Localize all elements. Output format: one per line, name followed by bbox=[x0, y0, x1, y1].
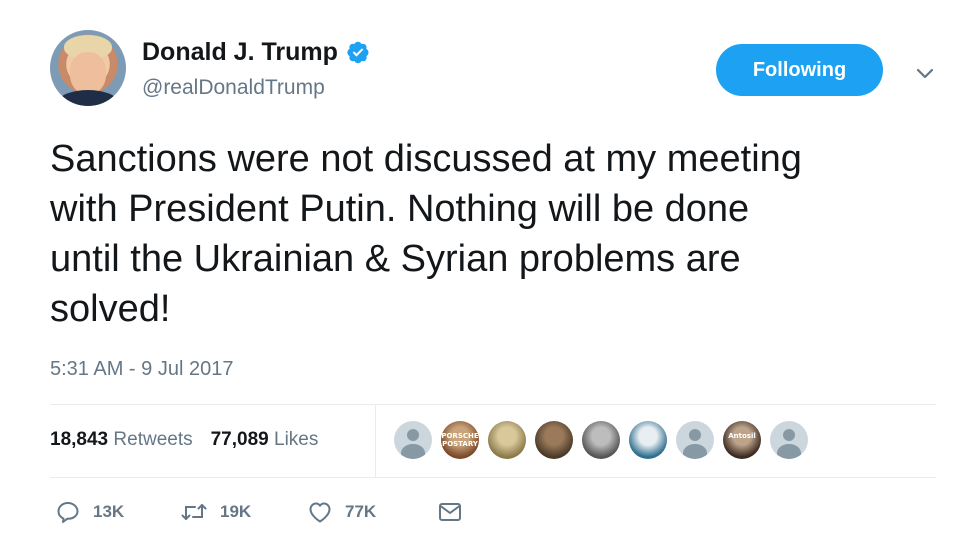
reply-action[interactable]: 13K bbox=[55, 500, 180, 524]
retweets-stat[interactable]: 18,843 Retweets bbox=[50, 425, 193, 455]
stats-separator bbox=[375, 405, 376, 477]
chevron-down-icon[interactable] bbox=[913, 62, 937, 86]
following-button[interactable]: Following bbox=[716, 44, 883, 96]
retweet-count: 19K bbox=[220, 502, 252, 521]
divider-bottom bbox=[50, 477, 936, 478]
author-name[interactable]: Donald J. Trump bbox=[142, 36, 338, 68]
tweet-text-line: Sanctions were not discussed at my meeti… bbox=[50, 138, 802, 180]
retweets-label: Retweets bbox=[113, 429, 193, 450]
tweet-text-line: until the Ukrainian & Syrian problems ar… bbox=[50, 238, 741, 280]
author-name-row[interactable]: Donald J. Trump bbox=[142, 36, 370, 68]
tweet-actions: 13K 19K 77K bbox=[55, 500, 463, 524]
liker-avatar[interactable] bbox=[582, 421, 620, 459]
liker-avatar[interactable] bbox=[629, 421, 667, 459]
liker-avatar[interactable] bbox=[535, 421, 573, 459]
avatar[interactable] bbox=[50, 30, 126, 106]
reply-icon bbox=[57, 502, 79, 523]
liker-avatar[interactable]: Antosil bbox=[723, 421, 761, 459]
liker-avatar[interactable]: PORSCHE POSTARY bbox=[441, 421, 479, 459]
liker-avatar-text: PORSCHE POSTARY bbox=[441, 432, 479, 448]
verified-badge-icon bbox=[347, 41, 369, 64]
tweet-text-line: solved! bbox=[50, 288, 171, 330]
liker-avatar[interactable] bbox=[770, 421, 808, 459]
engagement-stats: 18,843 Retweets 77,089 Likes bbox=[50, 425, 318, 455]
avatar-suit bbox=[58, 90, 118, 106]
likes-count: 77,089 bbox=[210, 429, 269, 450]
envelope-icon bbox=[439, 503, 461, 521]
retweets-count: 18,843 bbox=[50, 429, 109, 450]
tweet-text-line: with President Putin. Nothing will be do… bbox=[50, 188, 750, 230]
divider-top bbox=[50, 404, 936, 405]
direct-message-action[interactable] bbox=[437, 501, 463, 523]
like-count: 77K bbox=[345, 502, 377, 521]
likes-stat[interactable]: 77,089 Likes bbox=[211, 425, 319, 455]
liker-avatars: PORSCHE POSTARY Antosil bbox=[394, 421, 808, 459]
avatar-face bbox=[70, 52, 106, 94]
author-handle[interactable]: @realDonaldTrump bbox=[142, 74, 325, 102]
liker-avatar[interactable] bbox=[394, 421, 432, 459]
liker-avatar[interactable] bbox=[488, 421, 526, 459]
liker-avatar[interactable] bbox=[676, 421, 714, 459]
reply-count: 13K bbox=[93, 502, 125, 521]
like-action[interactable]: 77K bbox=[307, 500, 437, 524]
likes-label: Likes bbox=[274, 429, 319, 450]
heart-icon bbox=[309, 502, 331, 523]
liker-avatar-text: Antosil bbox=[728, 432, 756, 440]
retweet-icon bbox=[181, 504, 207, 520]
tweet-timestamp[interactable]: 5:31 AM - 9 Jul 2017 bbox=[50, 355, 233, 383]
retweet-action[interactable]: 19K bbox=[180, 501, 307, 523]
tweet-text: Sanctions were not discussed at my meeti… bbox=[50, 134, 950, 334]
